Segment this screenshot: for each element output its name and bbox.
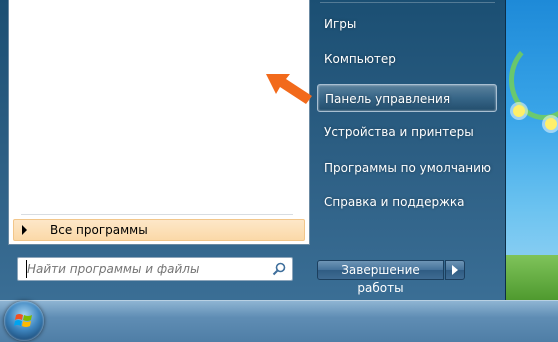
wallpaper-grass [505,255,558,300]
menu-item-label: Справка и поддержка [324,195,465,209]
start-item-computer[interactable]: Компьютер [317,45,497,73]
all-programs-label: Все программы [50,223,148,237]
wallpaper-flower [513,105,525,117]
shutdown-button[interactable]: Завершение работы [317,260,444,295]
divider [21,214,293,215]
start-item-devices-printers[interactable]: Устройства и принтеры [317,118,497,146]
start-item-games[interactable]: Игры [317,10,497,38]
taskbar [0,300,558,342]
start-menu-left-pane: Все программы [8,0,310,245]
expand-arrow-icon [22,225,27,235]
menu-item-label: Компьютер [324,52,396,66]
start-item-help-support[interactable]: Справка и поддержка [317,188,497,216]
shutdown-options-button[interactable] [445,260,465,280]
orange-arrow-icon [266,74,312,104]
divider [320,2,495,3]
menu-item-label: Устройства и принтеры [324,125,474,139]
search-icon[interactable] [272,262,286,276]
all-programs-button[interactable]: Все программы [13,219,305,241]
menu-item-label: Программы по умолчанию [324,161,492,175]
desktop-wallpaper [505,0,558,300]
search-box[interactable] [17,257,293,281]
wallpaper-flower [545,118,557,130]
windows-logo-icon [14,314,32,327]
windows-start-orb-icon[interactable] [4,301,44,341]
start-menu: Все программы Игры Компьютер Панель упра… [0,0,506,300]
start-item-default-programs[interactable]: Программы по умолчанию [317,154,497,182]
menu-item-label: Игры [324,17,357,31]
menu-item-label: Панель управления [325,92,451,106]
chevron-right-icon [452,265,458,275]
shutdown-label: Завершение работы [341,263,420,295]
start-item-control-panel[interactable]: Панель управления [317,84,497,112]
search-input[interactable] [26,260,267,278]
